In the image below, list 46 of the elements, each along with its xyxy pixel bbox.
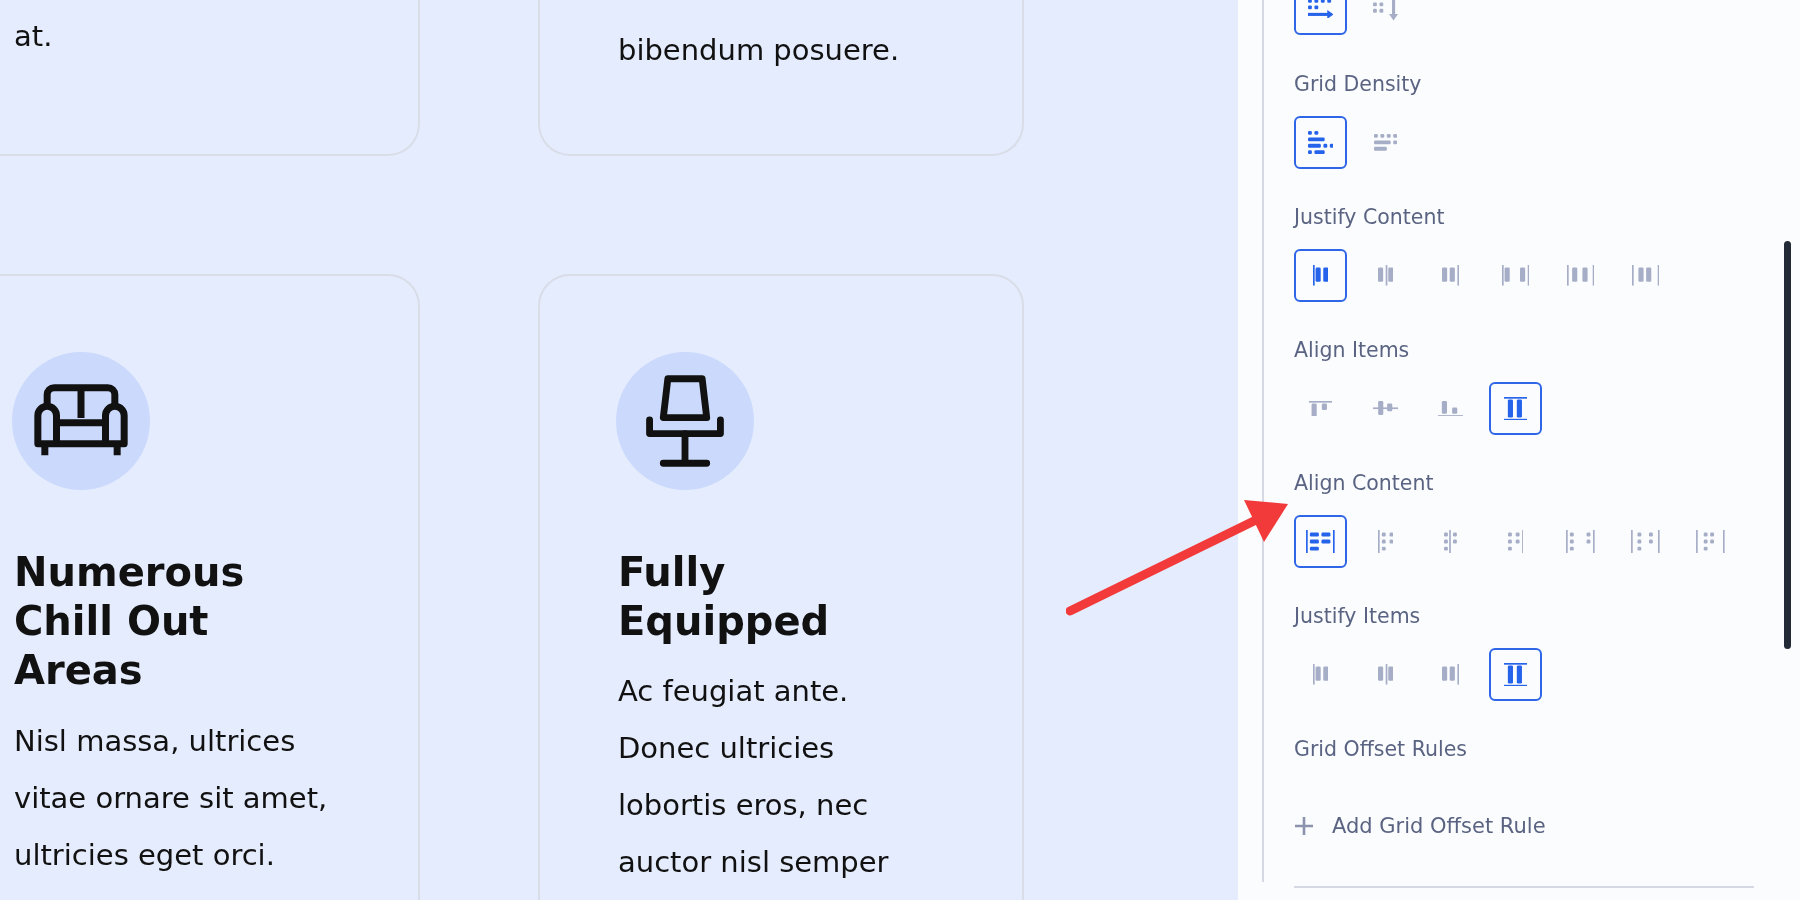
dots-icon <box>1566 529 1595 554</box>
bars-icon <box>1377 664 1394 685</box>
card-title: Fully Equipped <box>618 548 831 646</box>
bars-icon <box>1372 401 1399 416</box>
bars-icon <box>1441 265 1460 286</box>
section-label: Align Content <box>1294 471 1435 495</box>
section-label: Justify Items <box>1294 604 1422 628</box>
bars-icon <box>1437 400 1464 417</box>
grid-arrow-icon <box>1372 0 1399 21</box>
section-label: Justify Content <box>1294 205 1446 229</box>
section-label: Align Items <box>1294 338 1411 362</box>
dots-icon <box>1444 529 1457 554</box>
bars-icon <box>1312 265 1329 286</box>
grid-density-icon <box>1307 130 1334 155</box>
scrollbar[interactable] <box>1784 241 1791 649</box>
dots-icon <box>1631 529 1660 554</box>
chair-icon <box>645 374 725 468</box>
layout-option-button[interactable] <box>1294 249 1347 302</box>
dots-icon <box>1306 529 1335 554</box>
layout-option-button[interactable] <box>1489 648 1542 701</box>
layout-option-button[interactable] <box>1294 515 1347 568</box>
bars-icon <box>1377 265 1394 286</box>
dots-icon <box>1696 529 1725 554</box>
dots-icon <box>1377 529 1394 554</box>
plus-icon <box>1294 816 1314 836</box>
card-title: Numerous Chill Out Areas <box>14 548 246 695</box>
bars-icon <box>1503 662 1528 687</box>
card-text: at. <box>14 18 53 55</box>
card-text: Ac feugiat ante. Donec ultricies lobortis eros, nec auctor nisl semper <box>618 673 890 881</box>
card-text: bibendum posuere. <box>618 32 900 69</box>
bars-icon <box>1441 664 1460 685</box>
bars-icon <box>1308 400 1333 417</box>
bars-icon <box>1631 265 1660 286</box>
card-text: Nisl massa, ultrices vitae ornare sit amet, ultricies eget orci. <box>14 723 329 874</box>
bars-icon <box>1312 664 1329 685</box>
grid-arrow-icon <box>1307 0 1334 19</box>
bars-icon <box>1566 265 1595 286</box>
bars-icon <box>1501 265 1530 286</box>
grid-density-icon <box>1373 134 1398 151</box>
bars-icon <box>1503 396 1528 421</box>
dots-icon <box>1507 529 1524 554</box>
section-label: Grid Offset Rules <box>1294 737 1468 761</box>
section-label: Grid Density <box>1294 72 1423 96</box>
layout-option-button[interactable] <box>1489 382 1542 435</box>
layout-option-button[interactable] <box>1294 116 1347 169</box>
add-rule-button[interactable]: Add Grid Offset Rule <box>1294 811 1546 841</box>
